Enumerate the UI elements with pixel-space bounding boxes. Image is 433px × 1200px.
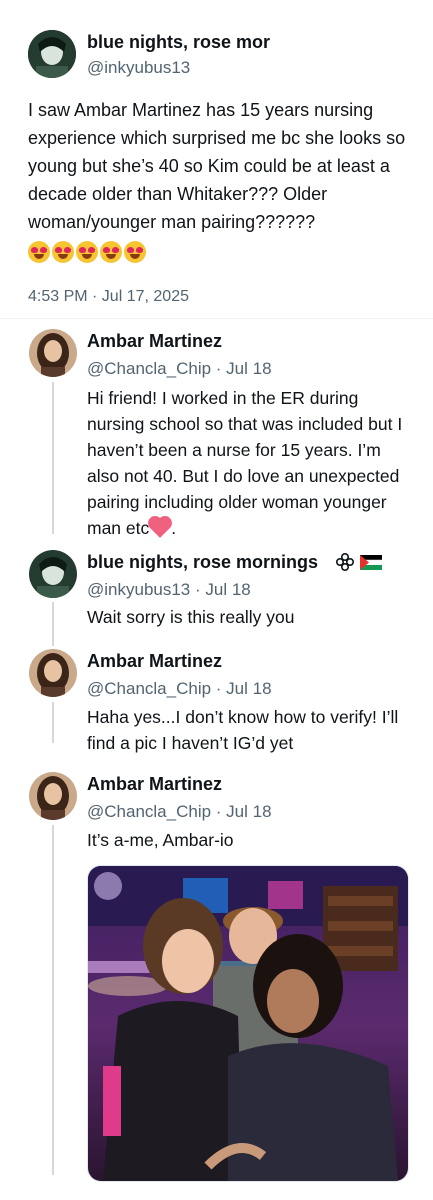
avatar-chancla-chip[interactable] <box>29 772 77 820</box>
photo-image <box>88 866 408 1181</box>
divider <box>0 318 433 319</box>
thread-line <box>52 382 54 534</box>
reply-meta[interactable]: @Chancla_Chip · Jul 18 <box>87 802 272 822</box>
avatar-inkyubus13[interactable] <box>29 550 77 598</box>
heart-eyes-emoji <box>100 241 122 263</box>
reply-meta[interactable]: @Chancla_Chip · Jul 18 <box>87 679 272 699</box>
avatar-image <box>29 649 77 697</box>
heart-emoji <box>150 518 171 538</box>
reply-text: It’s a-me, Ambar-io <box>87 830 234 850</box>
avatar-image <box>29 550 77 598</box>
heart-eyes-emoji <box>52 241 74 263</box>
reply-text-main: Hi friend! I worked in the ER during nur… <box>87 388 403 538</box>
flower-icon <box>336 553 354 571</box>
thread-line <box>52 702 54 743</box>
heart-eyes-emoji <box>76 241 98 263</box>
avatar-inkyubus13[interactable] <box>28 30 76 78</box>
tweet-text: I saw Ambar Martinez has 15 years nursin… <box>28 100 406 232</box>
avatar-chancla-chip[interactable] <box>29 649 77 697</box>
reply-author-name[interactable]: Ambar Martinez <box>87 331 222 352</box>
photo[interactable] <box>87 865 409 1182</box>
author-name[interactable]: blue nights, rose mor <box>87 32 270 53</box>
reply-author-name[interactable]: Ambar Martinez <box>87 774 222 795</box>
reply-meta[interactable]: @inkyubus13 · Jul 18 <box>87 580 251 600</box>
heart-eyes-emoji <box>28 241 50 263</box>
thread-line <box>52 825 54 1175</box>
avatar-image <box>29 772 77 820</box>
reply-text: Wait sorry is this really you <box>87 607 295 627</box>
reply-text: Haha yes...I don’t know how to verify! I… <box>87 707 399 753</box>
reply-author-name[interactable]: blue nights, rose mornings <box>87 552 318 573</box>
avatar-image <box>29 329 77 377</box>
heart-eyes-emoji-row <box>28 241 148 263</box>
tweet-timestamp[interactable]: 4:53 PM · Jul 17, 2025 <box>28 288 189 306</box>
avatar-image <box>28 30 76 78</box>
thread-line <box>52 602 54 646</box>
heart-eyes-emoji <box>124 241 146 263</box>
author-handle[interactable]: @inkyubus13 <box>87 58 190 78</box>
avatar-chancla-chip[interactable] <box>29 329 77 377</box>
reply-text: Hi friend! I worked in the ER during nur… <box>87 385 407 541</box>
reply-meta[interactable]: @Chancla_Chip · Jul 18 <box>87 359 272 379</box>
reply-author-name[interactable]: Ambar Martinez <box>87 651 222 672</box>
flag-icon <box>360 555 382 570</box>
